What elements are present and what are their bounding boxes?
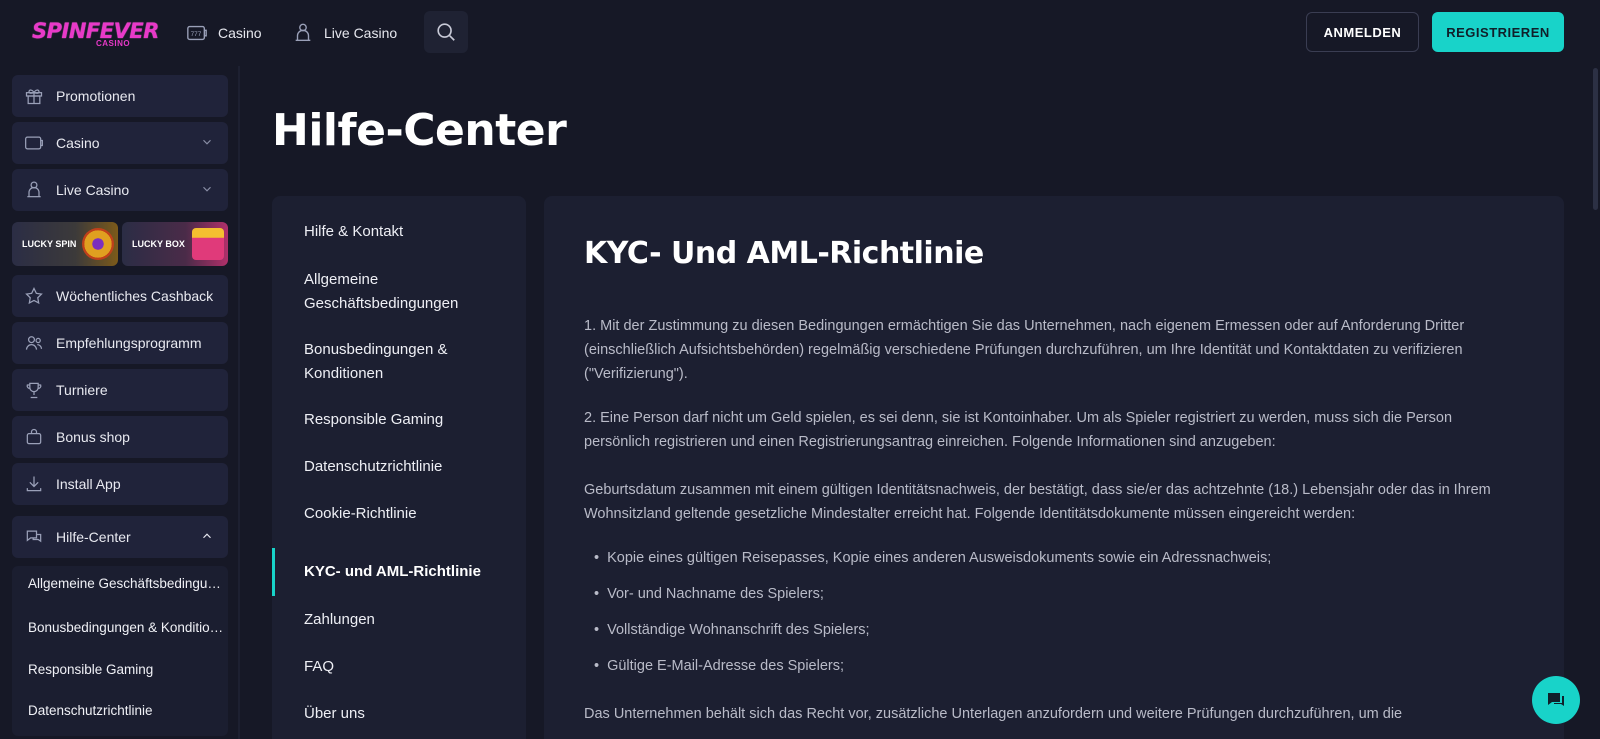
gift-box-icon	[192, 228, 224, 260]
sidebar-item-label: Empfehlungsprogramm	[56, 335, 202, 351]
active-indicator	[272, 548, 275, 596]
help-nav-item[interactable]: Zahlungen	[304, 608, 504, 632]
help-nav-item[interactable]: Allgemeine Geschäftsbedingungen	[304, 268, 504, 316]
sidebar-item-casino[interactable]: Casino	[12, 122, 228, 164]
sidebar-divider	[238, 66, 240, 739]
help-nav-item[interactable]: Über uns	[304, 702, 504, 726]
nav-live-casino[interactable]: Live Casino	[292, 20, 397, 46]
submenu-item[interactable]: Allgemeine Geschäftsbedingungen	[28, 576, 224, 591]
slot-777-icon: 777	[187, 25, 207, 41]
main-scrollbar[interactable]	[1590, 66, 1600, 739]
bag-icon	[26, 428, 42, 445]
gift-icon	[25, 89, 43, 105]
article-paragraph: 1. Mit der Zustimmung zu diesen Bedingun…	[584, 318, 1465, 382]
logo-text: SPINFEVER	[32, 19, 159, 43]
sidebar-item-promotions[interactable]: Promotionen	[12, 75, 228, 117]
live-chat-button[interactable]	[1532, 676, 1580, 724]
nav-casino[interactable]: 777 Casino	[186, 20, 262, 46]
logo[interactable]: SPINFEVER CASINO	[32, 19, 159, 50]
sidebar: Promotionen Casino Live Casino LUCKY SPI…	[0, 66, 238, 739]
article-bullet: Vor- und Nachname des Spielers;	[594, 582, 824, 606]
nav-live-casino-label: Live Casino	[324, 25, 398, 41]
sidebar-item-label: Wöchentliches Cashback	[56, 288, 214, 304]
chevron-down-icon	[203, 139, 211, 145]
help-nav-item[interactable]: Hilfe & Kontakt	[304, 220, 504, 244]
chevron-up-icon	[203, 533, 211, 539]
article-paragraph: Das Unternehmen behält sich das Recht vo…	[584, 706, 1403, 722]
sidebar-item-label: Install App	[56, 476, 121, 492]
lucky-box-label: LUCKY BOX	[132, 239, 185, 249]
users-icon	[25, 336, 43, 350]
sidebar-item-label: Hilfe-Center	[56, 529, 131, 545]
article-bullet: Vollständige Wohnanschrift des Spielers;	[594, 618, 870, 642]
slot-777-icon	[25, 136, 43, 150]
chat-bubble-icon	[1548, 693, 1564, 706]
top-bar: SPINFEVER CASINO 777 Casino Live Casino …	[0, 0, 1600, 66]
chevron-down-icon	[203, 186, 211, 192]
article-bullet: Gültige E-Mail-Adresse des Spielers;	[594, 654, 844, 678]
lucky-box-tile[interactable]: LUCKY BOX	[122, 222, 228, 266]
article-paragraph: 2. Eine Person darf nicht um Geld spiele…	[584, 410, 1453, 450]
article-panel: KYC- Und AML-Richtlinie 1. Mit der Zusti…	[544, 196, 1564, 739]
svg-text:777: 777	[191, 31, 202, 38]
nav-casino-label: Casino	[218, 25, 262, 41]
sidebar-item-label: Turniere	[56, 382, 108, 398]
dealer-icon	[295, 23, 311, 42]
help-nav-item[interactable]: Bonusbedingungen & Konditionen	[304, 338, 504, 386]
register-button[interactable]: REGISTRIEREN	[1432, 12, 1564, 52]
submenu-item[interactable]: Datenschutzrichtlinie	[28, 703, 224, 718]
help-nav-item-active[interactable]: KYC- und AML-Richtlinie	[304, 560, 504, 584]
star-icon	[25, 287, 43, 305]
sidebar-item-live-casino[interactable]: Live Casino	[12, 169, 228, 211]
help-nav: Hilfe & Kontakt Allgemeine Geschäftsbedi…	[272, 196, 526, 739]
article-paragraph: Geburtsdatum zusammen mit einem gültigen…	[584, 482, 1491, 522]
help-nav-item[interactable]: Responsible Gaming	[304, 408, 504, 432]
help-nav-item[interactable]: Cookie-Richtlinie	[304, 502, 504, 526]
scrollbar-thumb[interactable]	[1593, 68, 1598, 210]
sidebar-item-label: Live Casino	[56, 182, 130, 198]
trophy-icon	[26, 382, 42, 399]
login-button[interactable]: ANMELDEN	[1306, 12, 1419, 52]
help-center-submenu: Allgemeine Geschäftsbedingungen Bonusbed…	[12, 566, 228, 736]
submenu-item[interactable]: Bonusbedingungen & Konditionen	[28, 620, 224, 635]
sidebar-item-bonus-shop[interactable]: Bonus shop	[12, 416, 228, 458]
logo-subtext: CASINO	[96, 39, 131, 48]
help-nav-item[interactable]: Datenschutzrichtlinie	[304, 455, 504, 479]
sidebar-item-label: Bonus shop	[56, 429, 130, 445]
page-title: Hilfe-Center	[272, 105, 567, 156]
sidebar-item-install-app[interactable]: Install App	[12, 463, 228, 505]
help-nav-item[interactable]: FAQ	[304, 655, 504, 679]
lucky-spin-label: LUCKY SPIN	[22, 239, 77, 249]
sidebar-item-tournaments[interactable]: Turniere	[12, 369, 228, 411]
article-bullet: Kopie eines gültigen Reisepasses, Kopie …	[594, 546, 1271, 570]
lucky-spin-tile[interactable]: LUCKY SPIN	[12, 222, 118, 266]
sidebar-item-label: Casino	[56, 135, 100, 151]
search-button[interactable]	[424, 11, 468, 53]
sidebar-item-help-center[interactable]: Hilfe-Center	[12, 516, 228, 558]
dealer-icon	[27, 181, 41, 198]
sidebar-item-referral[interactable]: Empfehlungsprogramm	[12, 322, 228, 364]
sidebar-item-cashback[interactable]: Wöchentliches Cashback	[12, 275, 228, 317]
submenu-item[interactable]: Responsible Gaming	[28, 662, 224, 677]
search-icon	[437, 23, 455, 41]
download-icon	[26, 476, 42, 492]
sidebar-item-label: Promotionen	[56, 88, 136, 104]
wheel-icon	[82, 228, 114, 260]
chat-icon	[26, 530, 42, 543]
article-title: KYC- Und AML-Richtlinie	[584, 236, 984, 271]
